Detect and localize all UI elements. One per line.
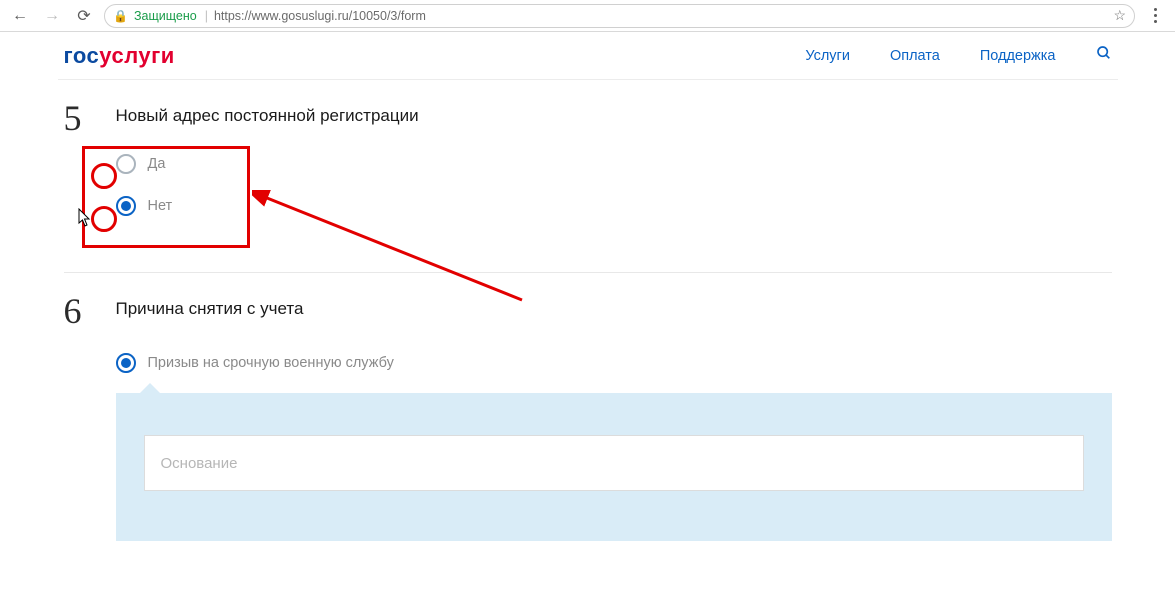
back-button[interactable]: ← xyxy=(8,4,32,28)
reload-button[interactable]: ⟳ xyxy=(72,4,96,28)
radio-yes[interactable] xyxy=(116,154,136,174)
option-yes-row[interactable]: Да xyxy=(116,154,1112,174)
forward-button[interactable]: → xyxy=(40,4,64,28)
step-number-5: 5 xyxy=(64,100,92,136)
nav-payment[interactable]: Оплата xyxy=(890,48,940,64)
search-icon[interactable] xyxy=(1096,45,1112,66)
bookmark-star-icon[interactable]: ☆ xyxy=(1113,7,1126,24)
reason-panel xyxy=(116,393,1112,541)
logo-part-2: услуги xyxy=(99,43,175,68)
step-6-title: Причина снятия с учета xyxy=(116,299,1112,319)
url-text: https://www.gosuslugi.ru/10050/3/form xyxy=(214,9,426,23)
reason-input[interactable] xyxy=(144,435,1084,491)
logo-part-1: гос xyxy=(64,43,100,68)
radio-no-label: Нет xyxy=(148,198,173,214)
logo[interactable]: госуслуги xyxy=(64,43,175,69)
lock-icon: 🔒 xyxy=(113,9,128,23)
option-conscription-row[interactable]: Призыв на срочную военную службу xyxy=(116,353,1112,373)
step-5: 5 Новый адрес постоянной регистрации Да … xyxy=(64,86,1112,238)
step-6: 6 Причина снятия с учета Призыв на срочн… xyxy=(64,287,1112,541)
site-header: госуслуги Услуги Оплата Поддержка xyxy=(58,32,1118,80)
section-divider xyxy=(64,272,1112,273)
address-bar[interactable]: 🔒 Защищено | https://www.gosuslugi.ru/10… xyxy=(104,4,1135,28)
radio-yes-label: Да xyxy=(148,156,166,172)
divider: | xyxy=(205,9,208,23)
radio-conscription[interactable] xyxy=(116,353,136,373)
browser-menu-icon[interactable] xyxy=(1143,8,1167,23)
radio-no[interactable] xyxy=(116,196,136,216)
step-number-6: 6 xyxy=(64,293,92,329)
browser-toolbar: ← → ⟳ 🔒 Защищено | https://www.gosuslugi… xyxy=(0,0,1175,32)
option-no-row[interactable]: Нет xyxy=(116,196,1112,216)
radio-conscription-label: Призыв на срочную военную службу xyxy=(148,355,394,371)
nav-support[interactable]: Поддержка xyxy=(980,48,1056,64)
step-5-title: Новый адрес постоянной регистрации xyxy=(116,106,1112,126)
primary-nav: Услуги Оплата Поддержка xyxy=(805,45,1111,66)
secure-label: Защищено xyxy=(134,9,197,23)
nav-services[interactable]: Услуги xyxy=(805,48,850,64)
form-content: 5 Новый адрес постоянной регистрации Да … xyxy=(58,80,1118,541)
